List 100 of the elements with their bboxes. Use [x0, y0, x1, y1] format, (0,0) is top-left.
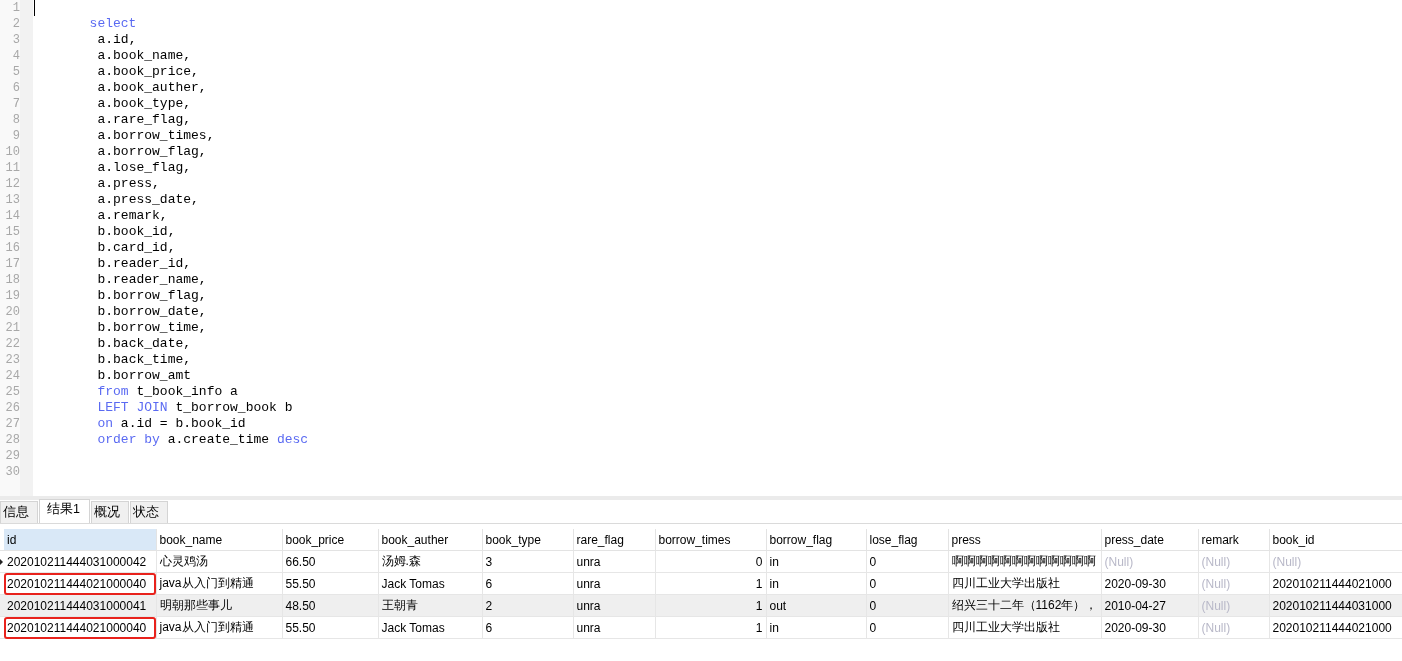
line-number: 10 [4, 144, 21, 160]
table-cell: 2020-09-30 [1101, 572, 1198, 595]
code-line: from t_book_info a [97, 384, 238, 399]
code-line: b.borrow_time, [97, 320, 207, 335]
code-line: b.borrow_date, [97, 304, 207, 319]
table-cell: 2 [482, 594, 573, 617]
table-cell: 0 [866, 572, 948, 595]
table-cell: 1 [655, 572, 766, 595]
line-number: 12 [4, 176, 21, 192]
table-cell: unra [573, 594, 655, 617]
table-cell: in [766, 572, 866, 595]
line-number: 30 [4, 464, 21, 480]
code-line: a.id, [97, 32, 137, 47]
table-cell: in [766, 550, 866, 573]
table-row[interactable]: 202010211444021000040 java从入门到精通 55.50 Jack Tomas 6 unra 1 in 0 四川工业大学出版社 2020-09-30 (Null) 202010211444021000 [0, 572, 1402, 595]
table-cell: out [766, 594, 866, 617]
table-cell: 202010211444021000040 [4, 572, 156, 595]
table-row[interactable]: 202010211444031000042 心灵鸡汤 66.50 汤姆.森 3 unra 0 in 0 啊啊啊啊啊啊啊啊啊啊啊啊 (Null) (Null) (Null) [0, 550, 1402, 573]
line-number: 5 [11, 64, 21, 80]
code-line: on a.id = b.book_id [97, 416, 246, 431]
code-line: a.press_date, [97, 192, 199, 207]
line-number: 6 [11, 80, 21, 96]
column-header[interactable]: book_auther [378, 529, 482, 551]
line-number: 8 [11, 112, 21, 128]
table-cell: 202010211444031000042 [4, 550, 156, 573]
code-line: b.back_date, [97, 336, 192, 351]
code-line: a.lose_flag, [97, 160, 192, 175]
line-number: 26 [4, 400, 21, 416]
column-header[interactable]: book_name [156, 529, 282, 551]
code-line: a.book_price, [97, 64, 199, 79]
code-line: b.reader_name, [97, 272, 207, 287]
line-number: 13 [4, 192, 21, 208]
table-cell: 55.50 [282, 572, 378, 595]
column-header[interactable]: remark [1198, 529, 1269, 551]
line-number: 11 [4, 160, 21, 176]
line-number: 2 [11, 16, 21, 32]
tab[interactable]: 概况 [90, 501, 129, 523]
code-line: b.borrow_amt [97, 368, 192, 383]
line-number: 20 [4, 304, 21, 320]
column-header[interactable]: lose_flag [866, 529, 948, 551]
table-cell: 明朝那些事儿 [156, 594, 282, 617]
table-cell: 四川工业大学出版社 [948, 616, 1101, 639]
table-cell: 202010211444021000 [1269, 572, 1402, 595]
table-cell: 2010-04-27 [1101, 594, 1198, 617]
column-header[interactable]: borrow_times [655, 529, 766, 551]
table-cell: 1 [655, 616, 766, 639]
table-cell: Jack Tomas [378, 572, 482, 595]
line-number: 14 [4, 208, 21, 224]
table-cell: unra [573, 550, 655, 573]
table-cell: (Null) [1198, 550, 1269, 573]
code-line: a.borrow_times, [97, 128, 215, 143]
table-cell: 55.50 [282, 616, 378, 639]
line-number: 7 [11, 96, 21, 112]
table-cell: 0 [866, 616, 948, 639]
column-header[interactable]: book_id [1269, 529, 1402, 551]
tab[interactable]: 状态 [129, 501, 168, 523]
table-cell: 绍兴三十二年（1162年）， [948, 594, 1101, 617]
table-cell: unra [573, 616, 655, 639]
column-header[interactable]: press [948, 529, 1101, 551]
table-cell: 202010211444021000040 [4, 616, 156, 639]
code-line: b.reader_id, [97, 256, 192, 271]
column-header[interactable]: book_price [282, 529, 378, 551]
code-line: select [89, 16, 137, 31]
table-cell: 0 [866, 550, 948, 573]
code-line: a.rare_flag, [97, 112, 192, 127]
line-number: 18 [4, 272, 21, 288]
table-cell: 48.50 [282, 594, 378, 617]
line-number: 25 [4, 384, 21, 400]
code-line: a.remark, [97, 208, 168, 223]
column-header[interactable]: press_date [1101, 529, 1198, 551]
table-cell: 0 [655, 550, 766, 573]
table-cell: 心灵鸡汤 [156, 550, 282, 573]
code-line: LEFT JOIN t_borrow_book b [97, 400, 293, 415]
column-header[interactable]: borrow_flag [766, 529, 866, 551]
table-cell: java从入门到精通 [156, 616, 282, 639]
tab[interactable]: 结果1 [39, 499, 90, 523]
code-line: order by a.create_time desc [97, 432, 309, 447]
tab[interactable]: 信息 [0, 501, 38, 523]
table-cell: unra [573, 572, 655, 595]
line-number: 9 [11, 128, 21, 144]
table-cell: 202010211444031000 [1269, 594, 1402, 617]
line-number: 23 [4, 352, 21, 368]
code-line: b.book_id, [97, 224, 176, 239]
table-cell: Jack Tomas [378, 616, 482, 639]
table-cell: java从入门到精通 [156, 572, 282, 595]
table-cell: 0 [866, 594, 948, 617]
column-header[interactable]: id [4, 529, 156, 551]
code-line: b.back_time, [97, 352, 192, 367]
column-header[interactable]: book_type [482, 529, 573, 551]
line-number: 28 [4, 432, 21, 448]
line-number: 15 [4, 224, 21, 240]
table-cell: 202010211444021000 [1269, 616, 1402, 639]
table-cell: (Null) [1101, 550, 1198, 573]
table-cell: 四川工业大学出版社 [948, 572, 1101, 595]
table-cell: (Null) [1198, 616, 1269, 639]
code-line: a.book_name, [97, 48, 192, 63]
column-header[interactable]: rare_flag [573, 529, 655, 551]
code-line: b.card_id, [97, 240, 176, 255]
table-row[interactable]: 202010211444021000040 java从入门到精通 55.50 Jack Tomas 6 unra 1 in 0 四川工业大学出版社 2020-09-30 (Null) 202010211444021000 [0, 616, 1402, 639]
line-number: 4 [11, 48, 21, 64]
